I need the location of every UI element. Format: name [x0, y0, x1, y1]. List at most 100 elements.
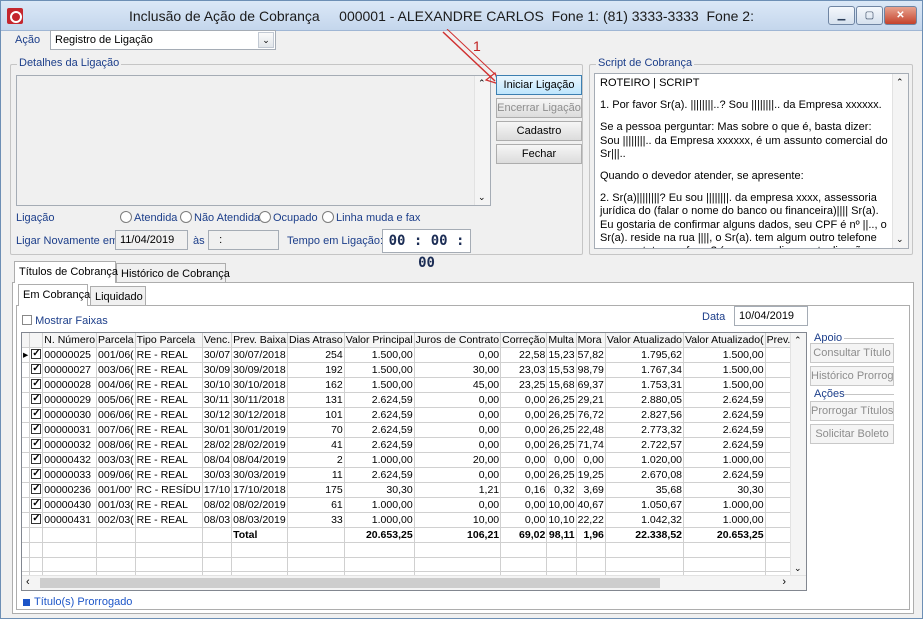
scroll-down-icon[interactable]: ⌄	[478, 192, 486, 203]
script-scrollbar[interactable]: ⌃ ⌄	[892, 74, 908, 248]
radio-atendida[interactable]: Atendida	[120, 211, 177, 224]
tab-em-cobranca[interactable]: Em Cobrança	[18, 284, 90, 306]
scroll-up-icon[interactable]: ⌃	[794, 335, 802, 346]
table-cell: 30,00	[414, 362, 502, 379]
radio-linha-muda-label: Linha muda e fax	[336, 212, 421, 224]
grid-header-mora[interactable]: Mora	[576, 333, 606, 349]
grid-header-atualizado2[interactable]: Valor Atualizado(	[683, 333, 766, 349]
row-checkbox[interactable]	[31, 483, 42, 496]
scroll-down-icon[interactable]: ⌄	[794, 563, 802, 574]
row-checkbox[interactable]	[31, 348, 42, 361]
historico-prorrogacao-button[interactable]: Histórico Prorrogaç	[810, 366, 894, 386]
minimize-button[interactable]: ▁	[828, 6, 855, 25]
row-checkbox-cell[interactable]	[29, 422, 44, 439]
solicitar-boleto-button[interactable]: Solicitar Boleto	[810, 424, 894, 444]
scroll-down-icon[interactable]: ⌄	[896, 233, 904, 246]
row-checkbox-cell[interactable]	[29, 437, 44, 454]
radio-ocupado[interactable]: Ocupado	[259, 211, 318, 224]
row-checkbox[interactable]	[31, 363, 42, 376]
checkbox-box[interactable]	[22, 315, 32, 325]
grid-header-multa[interactable]: Multa	[546, 333, 577, 349]
grid-header-correcao[interactable]: Correção	[500, 333, 548, 349]
row-checkbox-cell[interactable]	[29, 497, 44, 514]
tab-historico-cobranca[interactable]: Histórico de Cobrança	[116, 263, 230, 283]
scroll-up-icon[interactable]: ⌃	[896, 76, 904, 89]
grid-header-parcela[interactable]: Parcela	[96, 333, 136, 349]
detalhes-textarea[interactable]: ⌃ ⌄	[16, 75, 491, 206]
row-checkbox[interactable]	[31, 438, 42, 451]
grid-header-nnumero[interactable]: N. Número	[42, 333, 98, 349]
row-checkbox-cell[interactable]	[29, 482, 44, 499]
row-checkbox-cell[interactable]	[29, 377, 44, 394]
row-checkbox[interactable]	[31, 468, 42, 481]
table-row[interactable]: 00000432003/03(RE - REAL08/0408/04/20192…	[22, 452, 806, 469]
row-checkbox[interactable]	[31, 453, 42, 466]
table-row[interactable]: 00000029005/06(RE - REAL30/1130/11/20181…	[22, 392, 806, 409]
grid-header-venc[interactable]: Venc.	[202, 333, 233, 349]
grid-header-dias[interactable]: Dias Atraso	[287, 333, 345, 349]
table-cell: 10,00	[414, 512, 502, 529]
detalhes-scrollbar[interactable]: ⌃ ⌄	[474, 76, 490, 205]
grid-header-atualizado[interactable]: Valor Atualizado	[605, 333, 685, 349]
mostrar-faixas-checkbox[interactable]: Mostrar Faixas	[22, 315, 108, 327]
radio-circle[interactable]	[259, 211, 271, 223]
row-checkbox[interactable]	[31, 498, 42, 511]
radio-linha-muda[interactable]: Linha muda e fax	[322, 211, 420, 224]
grid-hscrollbar[interactable]: ‹ ›	[22, 575, 806, 590]
radio-circle[interactable]	[120, 211, 132, 223]
tab-titulos-cobranca[interactable]: Títulos de Cobrança	[14, 261, 118, 283]
ligar-novamente-date-input[interactable]: 11/04/2019	[115, 230, 188, 250]
iniciar-ligacao-button[interactable]: Iniciar Ligação	[496, 75, 582, 95]
grid-header-principal[interactable]: Valor Principal	[344, 333, 415, 349]
fechar-button[interactable]: Fechar	[496, 144, 582, 164]
maximize-button[interactable]: ▢	[856, 6, 883, 25]
row-checkbox[interactable]	[31, 513, 42, 526]
table-row[interactable]: 00000430001/03(RE - REAL08/0208/02/20196…	[22, 497, 806, 514]
row-checkbox-cell[interactable]	[29, 407, 44, 424]
acao-select[interactable]: Registro de Ligação ⌄	[50, 30, 276, 50]
table-row[interactable]: 00000032008/06(RE - REAL28/0228/02/20194…	[22, 437, 806, 454]
scroll-right-icon[interactable]: ›	[782, 576, 786, 588]
radio-circle[interactable]	[180, 211, 192, 223]
table-row[interactable]: 00000030006/06(RE - REAL30/1230/12/20181…	[22, 407, 806, 424]
row-indicator	[22, 422, 31, 439]
table-row[interactable]: 00000236001/00'RC - RESÍDU17/1017/10/201…	[22, 482, 806, 499]
consultar-titulo-button[interactable]: Consultar Título	[810, 343, 894, 363]
cadastro-button[interactable]: Cadastro	[496, 121, 582, 141]
row-checkbox-cell[interactable]	[29, 347, 44, 364]
scroll-left-icon[interactable]: ‹	[26, 576, 30, 588]
grid-header-juros[interactable]: Juros de Contrato	[414, 333, 502, 349]
table-row[interactable]: 00000027003/06(RE - REAL30/0930/09/20181…	[22, 362, 806, 379]
table-row[interactable]: 00000031007/06(RE - REAL30/0130/01/20197…	[22, 422, 806, 439]
table-cell-empty	[344, 557, 415, 573]
table-row[interactable]: ▸ 00000025001/06(RE - REAL30/0730/07/2018…	[22, 347, 806, 364]
row-checkbox-cell[interactable]	[29, 452, 44, 469]
row-checkbox-cell[interactable]	[29, 467, 44, 484]
radio-circle[interactable]	[322, 211, 334, 223]
row-checkbox[interactable]	[31, 408, 42, 421]
row-checkbox[interactable]	[31, 378, 42, 391]
script-text-box[interactable]: ROTEIRO | SCRIPT 1. Por favor Sr(a). |||…	[594, 73, 909, 249]
grid-header-prev-baixa[interactable]: Prev. Baixa	[231, 333, 289, 349]
hscroll-thumb[interactable]	[40, 578, 660, 588]
row-checkbox-cell[interactable]	[29, 362, 44, 379]
table-row[interactable]: 00000028004/06(RE - REAL30/1030/10/20181…	[22, 377, 806, 394]
row-checkbox[interactable]	[31, 423, 42, 436]
titulos-grid[interactable]: N. Número Parcela Tipo Parcela Venc. Pre…	[21, 332, 807, 591]
row-checkbox[interactable]	[31, 393, 42, 406]
chevron-down-icon[interactable]: ⌄	[258, 32, 274, 48]
ligar-novamente-time-input[interactable]: :	[208, 230, 279, 250]
radio-nao-atendida[interactable]: Não Atendida	[180, 211, 260, 224]
row-checkbox-cell[interactable]	[29, 512, 44, 529]
encerrar-ligacao-button[interactable]: Encerrar Ligação	[496, 98, 582, 118]
table-row[interactable]: 00000431002/03(RE - REAL08/0308/03/20193…	[22, 512, 806, 529]
data-input[interactable]: 10/04/2019	[734, 306, 808, 326]
row-checkbox-cell[interactable]	[29, 392, 44, 409]
prorrogar-titulos-button[interactable]: Prorrogar Títulos	[810, 401, 894, 421]
grid-vscrollbar[interactable]: ⌃ ⌄	[790, 333, 806, 576]
table-row[interactable]: 00000033009/06(RE - REAL30/0330/03/20191…	[22, 467, 806, 484]
tab-liquidado[interactable]: Liquidado	[90, 286, 146, 306]
grid-header-tipo[interactable]: Tipo Parcela	[135, 333, 203, 349]
close-button[interactable]: ✕	[884, 6, 917, 25]
radio-ocupado-label: Ocupado	[273, 212, 318, 224]
